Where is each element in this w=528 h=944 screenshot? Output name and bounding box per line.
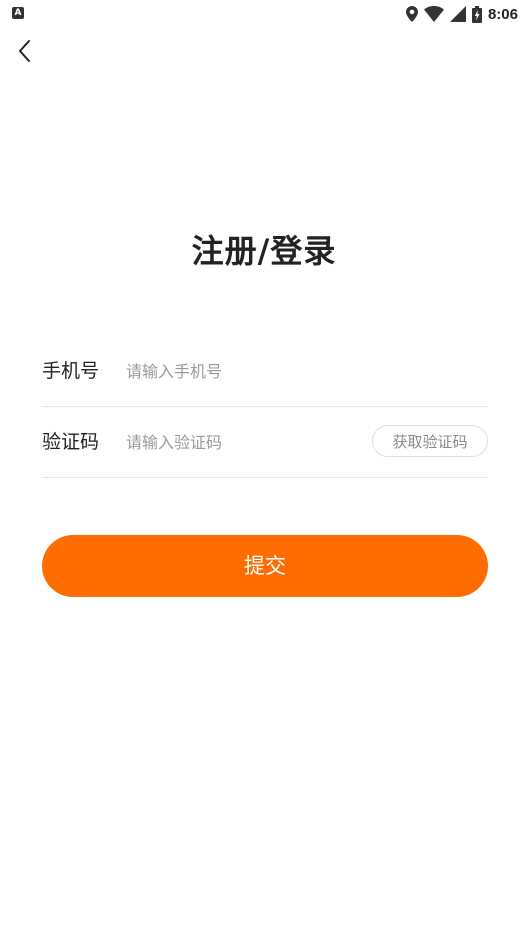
code-label: 验证码 [42, 431, 100, 453]
code-input[interactable] [126, 425, 366, 459]
status-time: 8:06 [487, 5, 518, 23]
page-title: 注册/登录 [191, 232, 337, 270]
signal-icon [449, 6, 466, 22]
wifi-icon [423, 6, 444, 22]
back-arrow-icon [19, 40, 30, 62]
submit-button[interactable]: 提交 [42, 535, 488, 597]
get-code-button[interactable]: 获取验证码 [372, 425, 488, 457]
status-bar: A 8:06 [0, 0, 528, 28]
back-button[interactable] [8, 34, 40, 68]
phone-label: 手机号 [42, 360, 100, 382]
status-icons: 8:06 [405, 4, 518, 24]
location-icon [405, 6, 418, 22]
phone-row: 手机号 [42, 336, 488, 407]
app-notification-icon: A [12, 7, 24, 19]
phone-input[interactable] [126, 354, 366, 388]
code-row: 验证码 获取验证码 [42, 407, 488, 478]
battery-icon [471, 5, 482, 23]
